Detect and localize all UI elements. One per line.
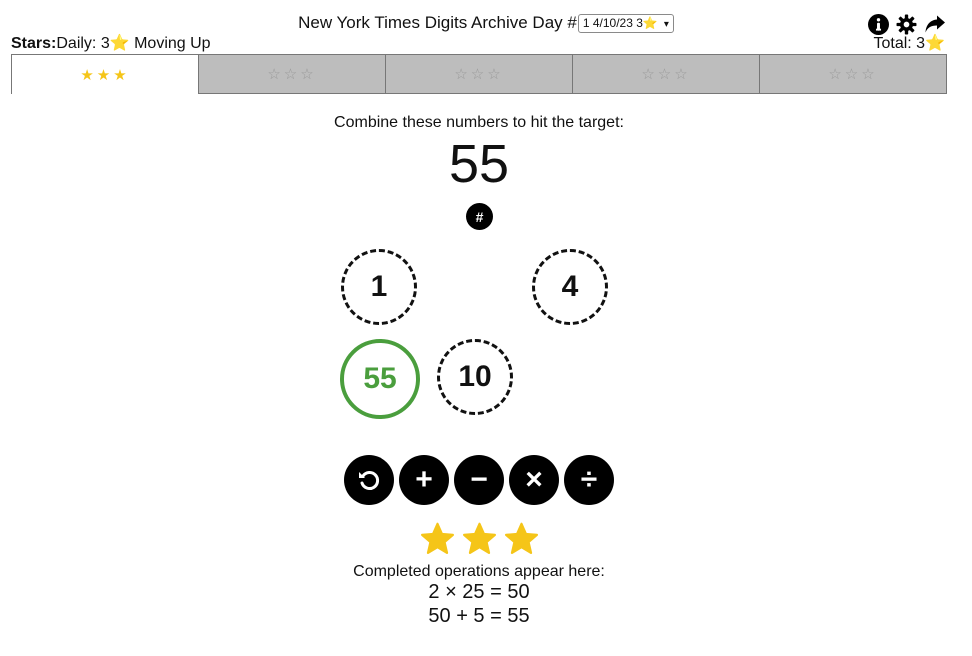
undo-button[interactable] [344, 455, 394, 505]
star-icon [505, 522, 538, 554]
header-title: New York Times Digits Archive Day #1 4/1… [0, 12, 972, 34]
number-tile[interactable]: 10 [437, 339, 513, 415]
total-stars-text: Total: 3 [873, 35, 926, 52]
tab-puzzle-5[interactable]: ☆☆☆ [760, 54, 947, 94]
target-number: 55 [448, 134, 510, 194]
day-select-star: ⭐ [642, 16, 658, 30]
completed-label: Completed operations appear here: [353, 563, 605, 580]
top-icons [868, 14, 946, 35]
tab-stars: ☆☆☆ [828, 66, 878, 83]
puzzle-prompt: Combine these numbers to hit the target: [334, 114, 624, 131]
tab-puzzle-2[interactable]: ☆☆☆ [199, 54, 386, 94]
gear-icon[interactable] [896, 14, 917, 35]
earned-stars [419, 521, 540, 558]
daily-star-glyph: ⭐ [109, 35, 130, 52]
total-stars: Total: 3⭐ [873, 34, 945, 53]
chevron-down-icon: ▾ [663, 19, 669, 30]
stars-status: Moving Up [129, 35, 211, 52]
number-tile[interactable]: 1 [341, 249, 417, 325]
total-star-glyph: ⭐ [925, 35, 945, 52]
tab-stars: ★★★ [80, 66, 130, 84]
info-icon[interactable] [868, 14, 889, 35]
star-icon [421, 522, 454, 554]
completed-operations: 2 × 25 = 50 50 + 5 = 55 [0, 580, 958, 628]
stars-label: Stars: [11, 35, 57, 52]
tab-puzzle-3[interactable]: ☆☆☆ [386, 54, 573, 94]
star-icon [463, 522, 496, 554]
day-select-value: 1 4/10/23 3 [582, 16, 643, 30]
undo-icon [359, 471, 380, 490]
number-tile-solved[interactable]: 55 [340, 339, 420, 419]
operation-row: 2 × 25 = 50 [428, 581, 530, 603]
tab-puzzle-4[interactable]: ☆☆☆ [573, 54, 760, 94]
page-title: New York Times Digits Archive Day # [298, 13, 577, 32]
operation-row: 50 + 5 = 55 [428, 605, 530, 627]
hash-button[interactable]: # [466, 203, 493, 230]
tab-stars: ☆☆☆ [454, 66, 504, 83]
tab-stars: ☆☆☆ [267, 66, 317, 83]
number-tile[interactable]: 4 [532, 249, 608, 325]
divide-button[interactable]: ÷ [564, 455, 614, 505]
share-icon[interactable] [924, 14, 946, 35]
stars-line: Stars:Daily: 3⭐ Moving Up [11, 34, 211, 53]
puzzle-tabs: ★★★ ☆☆☆ ☆☆☆ ☆☆☆ ☆☆☆ [11, 54, 947, 94]
add-button[interactable]: + [399, 455, 449, 505]
daily-stars: Daily: 3 [56, 35, 110, 52]
tab-puzzle-1[interactable]: ★★★ [11, 54, 199, 94]
tab-stars: ☆☆☆ [641, 66, 691, 83]
subtract-button[interactable]: − [454, 455, 504, 505]
day-select[interactable]: 1 4/10/23 3⭐ ▾ [577, 14, 674, 33]
multiply-button[interactable]: × [509, 455, 559, 505]
